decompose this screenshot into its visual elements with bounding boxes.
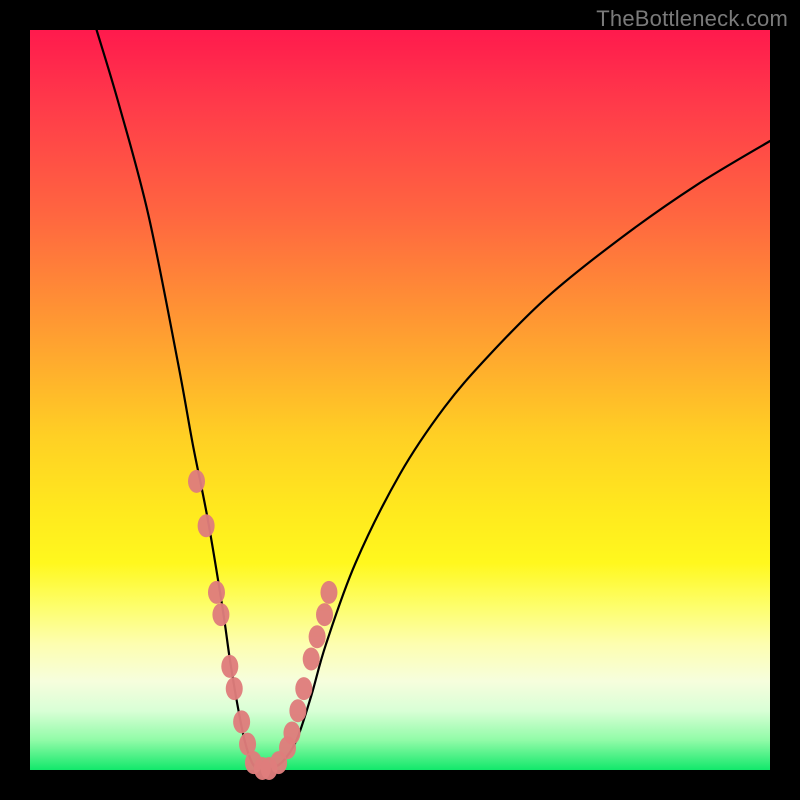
highlight-point bbox=[316, 603, 333, 626]
highlight-point bbox=[208, 581, 225, 604]
highlight-point bbox=[309, 625, 326, 648]
highlight-point bbox=[212, 603, 229, 626]
highlight-point bbox=[198, 514, 215, 537]
highlight-point bbox=[283, 722, 300, 745]
highlight-point bbox=[295, 677, 312, 700]
highlight-point bbox=[320, 581, 337, 604]
chart-overlay bbox=[30, 30, 770, 770]
watermark-text: TheBottleneck.com bbox=[596, 6, 788, 32]
bottleneck-curve bbox=[97, 30, 770, 771]
highlight-point bbox=[303, 648, 320, 671]
highlight-point bbox=[221, 655, 238, 678]
highlight-point bbox=[233, 710, 250, 733]
highlight-point bbox=[188, 470, 205, 493]
highlighted-points bbox=[188, 470, 337, 780]
chart-frame: TheBottleneck.com bbox=[0, 0, 800, 800]
highlight-point bbox=[289, 699, 306, 722]
highlight-point bbox=[226, 677, 243, 700]
